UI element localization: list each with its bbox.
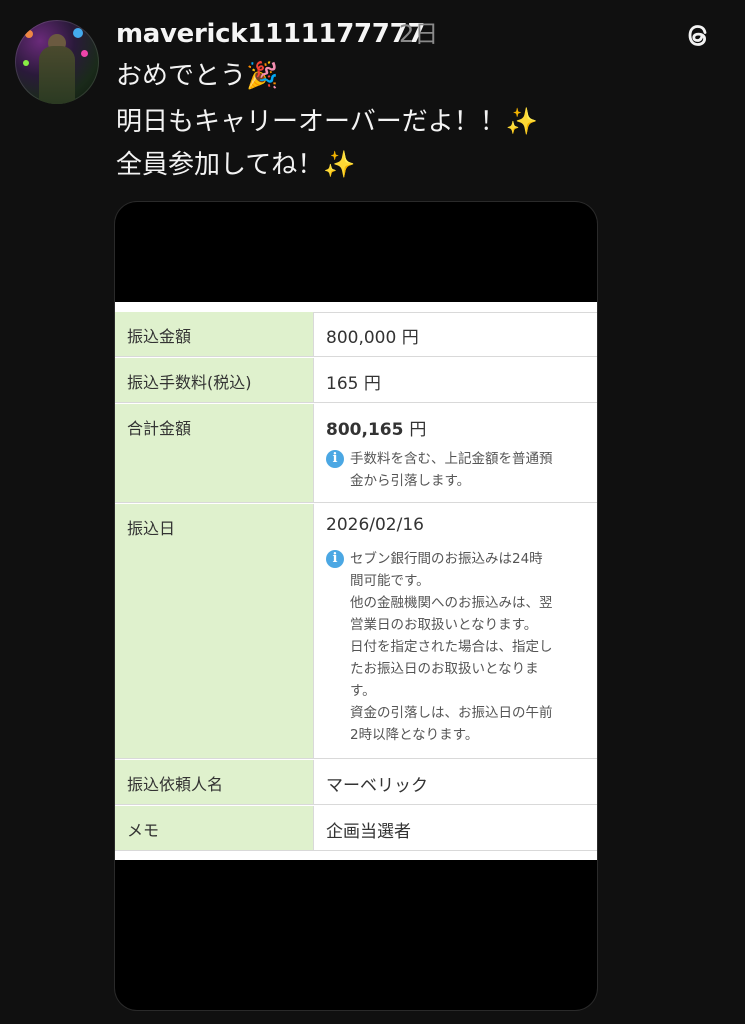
row-value: 800,165 円 xyxy=(326,420,427,440)
threads-logo-icon[interactable] xyxy=(681,18,715,52)
receipt-row-sender: 振込依頼人名 マーベリック xyxy=(115,760,597,805)
info-icon: i xyxy=(326,550,344,568)
receipt-row-date: 振込日 2026/02/16 i セブン銀行間のお振込みは24時 間可能です。 … xyxy=(115,504,597,759)
row-label: 振込日 xyxy=(127,519,176,538)
post-text-line-3: 全員参加してね！✨ xyxy=(116,150,356,180)
row-value: 2026/02/16 xyxy=(326,515,424,535)
row-label: 振込手数料(税込) xyxy=(127,373,252,392)
row-value: 企画当選者 xyxy=(326,822,411,842)
row-value: 165 円 xyxy=(326,374,381,394)
receipt-row-amount: 振込金額 800,000 円 xyxy=(115,312,597,357)
receipt-row-fee: 振込手数料(税込) 165 円 xyxy=(115,358,597,403)
row-label: メモ xyxy=(127,821,160,840)
row-label: 振込金額 xyxy=(127,327,192,346)
info-icon: i xyxy=(326,450,344,468)
post-text-line-1: おめでとう🎉 xyxy=(116,61,279,91)
post-time: 2日 xyxy=(399,20,439,48)
receipt-row-total: 合計金額 800,165 円 i 手数料を含む、上記金額を普通預 金から引落しま… xyxy=(115,404,597,503)
transfer-receipt: 振込金額 800,000 円 振込手数料(税込) 165 円 合計金額 800,… xyxy=(115,302,597,860)
receipt-row-memo: メモ 企画当選者 xyxy=(115,806,597,851)
post-text-line-2: 明日もキャリーオーバーだよ！！✨ xyxy=(116,107,539,137)
row-value: 800,000 円 xyxy=(326,328,419,348)
row-value: マーベリック xyxy=(326,776,428,796)
username[interactable]: maverick1111177777 xyxy=(116,16,425,52)
row-label: 合計金額 xyxy=(127,419,192,438)
avatar[interactable] xyxy=(15,20,99,104)
row-label: 振込依頼人名 xyxy=(127,775,224,794)
post-image[interactable]: 振込金額 800,000 円 振込手数料(税込) 165 円 合計金額 800,… xyxy=(115,202,597,1010)
